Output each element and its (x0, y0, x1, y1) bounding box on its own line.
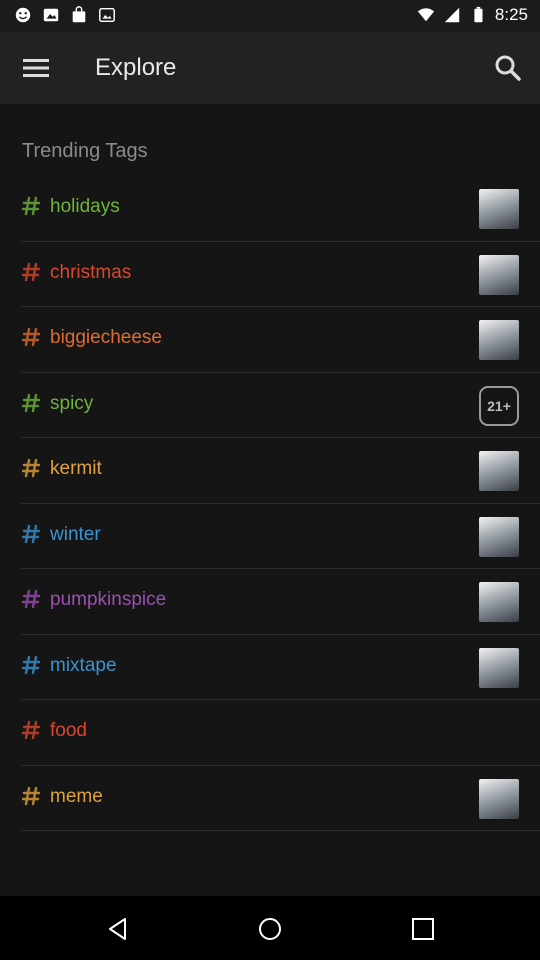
signal-icon (444, 7, 460, 23)
tag-row-food[interactable]: food (21, 700, 540, 766)
search-button[interactable] (490, 50, 526, 86)
tag-thumbnail (479, 778, 519, 819)
system-status: 8:25 (417, 5, 528, 25)
hashtag-icon (21, 655, 41, 674)
search-icon (495, 55, 521, 81)
tag-label: biggiecheese (50, 327, 162, 348)
tag-row-christmas[interactable]: christmas (21, 242, 540, 307)
tag-label: holidays (50, 196, 120, 217)
tag-label: pumpkinspice (50, 589, 167, 610)
status-bar: 8:25 (0, 0, 540, 32)
tag-label: spicy (50, 392, 94, 414)
hashtag-icon (21, 458, 41, 478)
tag-thumbnail (479, 647, 519, 688)
age-restricted-badge: 21+ (479, 385, 519, 426)
tag-label: mixtape (50, 654, 117, 676)
hashtag-icon (21, 393, 41, 412)
hashtag-icon (21, 786, 41, 805)
tag-thumbnail (479, 189, 519, 229)
tag-label: christmas (50, 261, 132, 283)
tag-row-mixtape[interactable]: mixtape (21, 635, 540, 700)
tag-row-holidays[interactable]: holidays (21, 176, 540, 242)
tag-row-pumpkinspice[interactable]: pumpkinspice (21, 569, 540, 635)
tag-thumbnail (479, 320, 519, 360)
tag-thumbnail (479, 451, 519, 491)
shopping-bag-icon (72, 6, 86, 23)
tag-row-meme[interactable]: meme (21, 766, 540, 831)
recent-apps-icon[interactable] (410, 916, 436, 942)
back-icon[interactable] (105, 916, 131, 942)
tag-thumbnail (479, 254, 519, 295)
battery-icon (474, 6, 483, 23)
hashtag-icon (21, 589, 41, 609)
menu-button[interactable] (18, 50, 54, 86)
tag-label: meme (50, 785, 103, 807)
trending-tags-list: holidays christmas biggiecheese spicy 21+ ker… (0, 176, 540, 831)
hashtag-icon (21, 262, 41, 281)
tag-row-spicy[interactable]: spicy 21+ (21, 373, 540, 438)
wifi-icon (417, 8, 435, 22)
tag-thumbnail (479, 582, 519, 622)
tag-thumbnail (479, 516, 519, 557)
gallery-icon (99, 7, 115, 23)
tag-label: kermit (50, 458, 102, 479)
tag-row-biggiecheese[interactable]: biggiecheese (21, 307, 540, 373)
smiley-icon (15, 7, 31, 23)
hashtag-icon (21, 196, 41, 216)
media-icon (43, 8, 59, 22)
home-icon[interactable] (257, 916, 283, 942)
hashtag-icon (21, 524, 41, 543)
page-title: Explore (95, 54, 177, 81)
tag-row-winter[interactable]: winter (21, 504, 540, 569)
hashtag-icon (21, 327, 41, 347)
tag-row-kermit[interactable]: kermit (21, 438, 540, 504)
section-title: Trending Tags (22, 140, 148, 162)
tag-label: winter (50, 523, 101, 545)
clock: 8:25 (494, 5, 528, 24)
notification-icons (14, 6, 116, 24)
app-bar: Explore (0, 32, 540, 104)
navigation-bar (0, 896, 540, 960)
tag-label: food (50, 720, 87, 741)
hashtag-icon (21, 720, 41, 740)
hamburger-menu-icon (23, 59, 49, 77)
